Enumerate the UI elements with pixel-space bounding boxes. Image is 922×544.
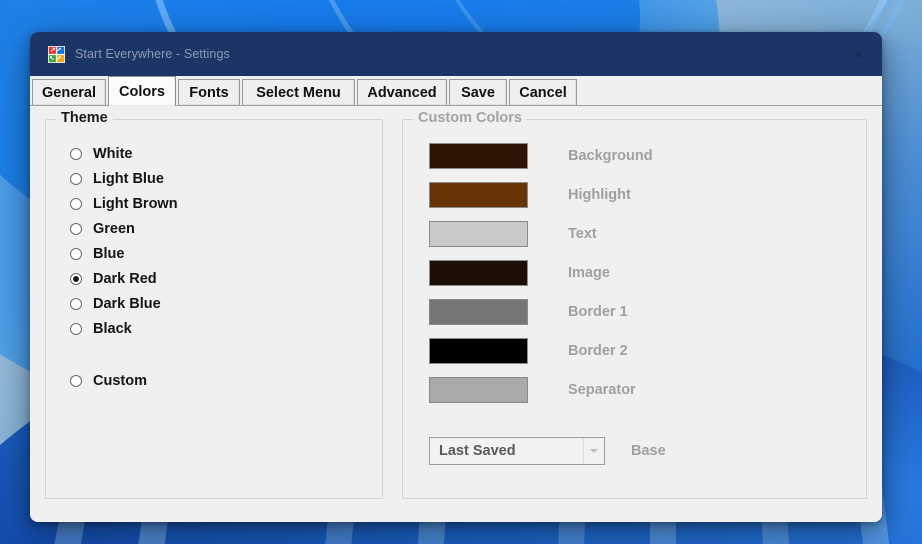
color-swatch-background[interactable] [429,143,528,169]
theme-radio-black[interactable]: Black [70,319,132,339]
color-swatch-border-1[interactable] [429,299,528,325]
window-titlebar: Start Everywhere - Settings × [30,32,882,76]
tab-select-menu[interactable]: Select Menu [242,79,355,105]
theme-group-legend: Theme [56,110,113,126]
base-label: Base [631,443,666,459]
radio-icon[interactable] [70,323,82,335]
theme-radio-custom[interactable]: Custom [70,371,147,391]
tab-general[interactable]: General [32,79,106,105]
tab-save[interactable]: Save [449,79,507,105]
window-title: Start Everywhere - Settings [75,47,230,61]
swatch-row-border-2: Border 2 [429,338,628,364]
radio-icon[interactable] [70,298,82,310]
color-swatch-label: Highlight [568,187,631,203]
swatch-row-text: Text [429,221,597,247]
color-swatch-label: Image [568,265,610,281]
base-row: Last Saved Base [429,437,666,465]
custom-colors-group-legend: Custom Colors [413,110,527,126]
color-swatch-image[interactable] [429,260,528,286]
radio-icon[interactable] [70,248,82,260]
settings-content: Theme White Light Blue Light Brown Green Blu… [30,106,882,522]
base-select[interactable]: Last Saved [429,437,605,465]
theme-radio-white[interactable]: White [70,144,132,164]
theme-radio-blue[interactable]: Blue [70,244,124,264]
color-swatch-text[interactable] [429,221,528,247]
radio-icon[interactable] [70,198,82,210]
theme-group-box: Theme White Light Blue Light Brown Green Blu… [45,110,383,499]
radio-icon[interactable] [70,148,82,160]
radio-icon[interactable] [70,273,82,285]
chevron-down-icon[interactable] [583,438,604,464]
swatch-row-border-1: Border 1 [429,299,628,325]
theme-radio-label: Green [93,221,135,237]
color-swatch-border-2[interactable] [429,338,528,364]
theme-radio-label: Dark Blue [93,296,161,312]
radio-icon[interactable] [70,173,82,185]
color-swatch-highlight[interactable] [429,182,528,208]
theme-radio-label: Blue [93,246,125,262]
theme-radio-label: Dark Red [93,271,157,287]
color-swatch-label: Background [568,148,653,164]
color-swatch-label: Border 2 [568,343,628,359]
color-swatch-label: Border 1 [568,304,628,320]
radio-icon[interactable] [70,375,82,387]
theme-radio-label: White [93,146,133,162]
radio-icon[interactable] [70,223,82,235]
theme-radio-dark-blue[interactable]: Dark Blue [70,294,161,314]
tab-fonts[interactable]: Fonts [178,79,240,105]
theme-radio-label: Black [93,321,132,337]
color-swatch-label: Separator [568,382,636,398]
color-swatch-label: Text [568,226,597,242]
color-swatch-separator[interactable] [429,377,528,403]
settings-window: Start Everywhere - Settings × General Col… [30,32,882,522]
theme-radio-light-brown[interactable]: Light Brown [70,194,178,214]
theme-radio-green[interactable]: Green [70,219,135,239]
swatch-row-highlight: Highlight [429,182,631,208]
swatch-row-background: Background [429,143,653,169]
four-arrows-app-icon [48,45,65,63]
tab-colors[interactable]: Colors [108,76,176,106]
tab-advanced[interactable]: Advanced [357,79,447,105]
theme-radio-dark-red[interactable]: Dark Red [70,269,157,289]
close-button[interactable]: × [836,32,882,76]
theme-radio-label: Light Brown [93,196,178,212]
swatch-row-separator: Separator [429,377,636,403]
theme-radio-label: Light Blue [93,171,164,187]
theme-radio-label: Custom [93,373,147,389]
custom-colors-group-box: Custom Colors Last Saved Base Background… [402,110,867,499]
tab-cancel[interactable]: Cancel [509,79,577,105]
base-select-value: Last Saved [439,443,516,459]
swatch-row-image: Image [429,260,610,286]
tab-strip: General Colors Fonts Select Menu Advanced Sav… [30,76,882,106]
theme-radio-light-blue[interactable]: Light Blue [70,169,164,189]
